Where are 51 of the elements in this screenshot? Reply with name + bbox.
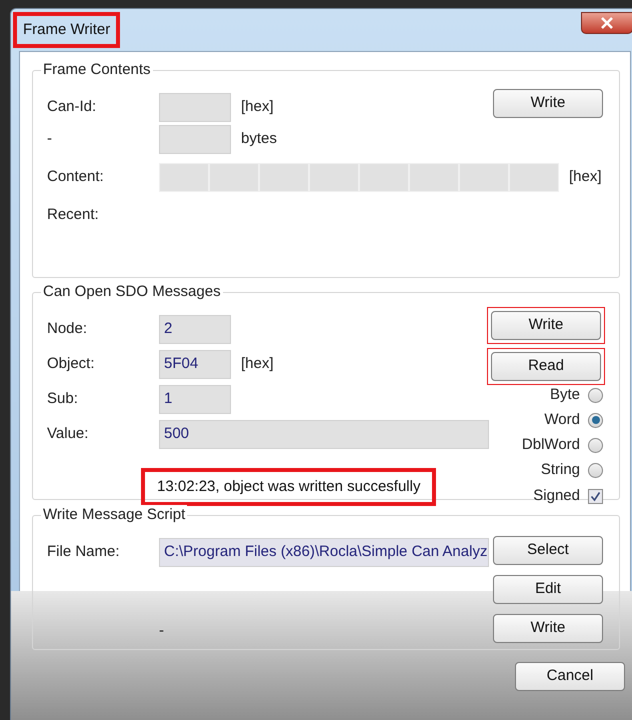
status-message: 13:02:23, object was written succesfully (141, 468, 436, 506)
content-byte-field[interactable] (410, 164, 458, 191)
value-field[interactable]: 1 (159, 384, 231, 414)
radio-button[interactable] (588, 388, 603, 403)
radio-label: DblWord (522, 434, 580, 455)
can-id-field[interactable] (159, 93, 231, 122)
action-button[interactable]: Write (491, 310, 601, 340)
radio-button[interactable] (588, 438, 603, 453)
content-byte-field[interactable] (460, 164, 508, 191)
content-byte-field[interactable] (510, 164, 558, 191)
field-label: Node: (47, 318, 88, 339)
length-field[interactable] (159, 125, 231, 154)
file-name-field[interactable]: C:\Program Files (x86)\Rocla\Simple Can Analyz (159, 538, 489, 568)
radio-label: Byte (550, 384, 580, 405)
value-field[interactable]: 5F04 (159, 350, 231, 379)
field-label: Can-Id: (47, 97, 98, 118)
script-status: - (159, 621, 164, 642)
radio-label: Word (544, 410, 580, 430)
field-label: File Name: (47, 542, 121, 562)
group-title: Write Message Script (41, 505, 188, 526)
content-byte-field[interactable] (360, 164, 408, 191)
cancel-button[interactable]: Cancel (515, 662, 625, 691)
write-button[interactable]: Write (493, 89, 603, 118)
radio-button[interactable] (588, 462, 603, 478)
content-byte-field[interactable] (160, 164, 208, 191)
value-field[interactable]: 2 (159, 314, 231, 344)
radio-button[interactable] (588, 412, 603, 428)
action-button[interactable]: Read (491, 352, 601, 381)
unit-label: bytes (241, 129, 277, 150)
checkbox-label: Signed (533, 486, 580, 506)
content-byte-field[interactable] (310, 164, 358, 191)
content-byte-field[interactable] (260, 164, 308, 191)
script-button[interactable]: Edit (493, 575, 603, 604)
field-label: - (47, 129, 53, 150)
script-button[interactable]: Select (493, 536, 603, 566)
script-button[interactable]: Write (493, 614, 603, 644)
unit-label: [hex] (569, 167, 602, 188)
field-label: Recent: (47, 206, 99, 223)
field-label: Sub: (47, 388, 79, 409)
radio-label: String (540, 460, 580, 480)
field-label: Value: (47, 424, 90, 444)
window-title: Frame Writer (13, 12, 120, 48)
field-label: Content: (47, 167, 105, 188)
unit-label: [hex] (241, 354, 274, 374)
close-icon (601, 17, 613, 29)
close-button[interactable] (581, 12, 632, 34)
unit-label: [hex] (241, 97, 274, 118)
field-label: Object: (47, 354, 96, 374)
checkbox[interactable] (588, 489, 603, 504)
content-byte-field[interactable] (210, 164, 258, 191)
value-field[interactable]: 500 (159, 420, 489, 449)
